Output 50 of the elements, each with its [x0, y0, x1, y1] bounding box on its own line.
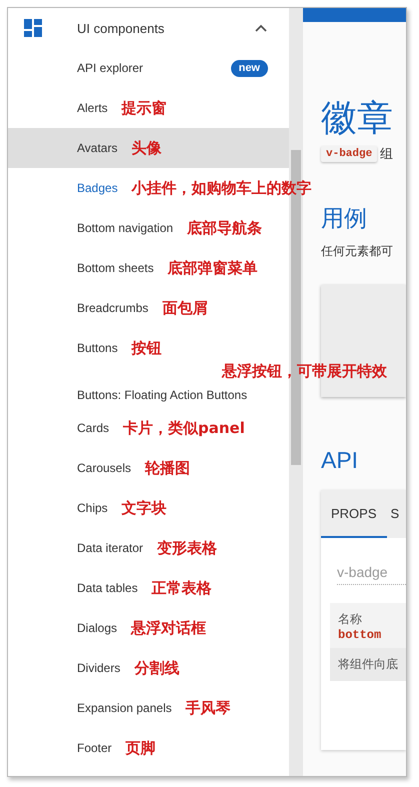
nav-item[interactable]: Badges — [77, 181, 118, 195]
annotation: 变形表格 — [157, 538, 218, 558]
nav-item[interactable]: Dialogs — [77, 621, 118, 635]
intro-text: 组 — [380, 145, 394, 163]
chevron-icon[interactable] — [255, 24, 267, 32]
annotation: 轮播图 — [145, 458, 190, 478]
tab[interactable]: PROPS — [321, 490, 387, 538]
annotation: 正常表格 — [152, 578, 212, 598]
annotation: 手风琴 — [186, 698, 231, 718]
annotation: 提示窗 — [122, 98, 167, 118]
nav-item[interactable]: Cards — [77, 421, 110, 435]
nav-item[interactable]: Carousels — [77, 461, 132, 475]
nav-item[interactable]: Bottom sheets — [77, 261, 154, 275]
annotation: 底部导航条 — [187, 218, 262, 238]
section-heading: 用例 — [321, 204, 368, 233]
nav-item[interactable]: API explorer — [77, 61, 144, 75]
table-cell: 将组件向底 — [330, 648, 406, 681]
nav-item[interactable]: Expansion panels — [77, 701, 172, 715]
page-title: 徽章 — [321, 96, 394, 140]
nav-item[interactable]: Breadcrumbs — [77, 301, 148, 315]
nav-item[interactable]: Buttons — [77, 341, 118, 355]
nav-item[interactable]: Bottom navigation — [77, 221, 174, 235]
dashboard-icon — [24, 19, 42, 37]
annotation: 按钮 — [132, 338, 162, 358]
nav-group-title[interactable]: UI components — [77, 20, 164, 36]
annotation: 头像 — [131, 138, 162, 158]
nav-item[interactable]: Data tables — [77, 581, 138, 595]
annotation: 悬浮按钮，可带展开特效 — [222, 362, 387, 380]
section-heading: API — [321, 446, 360, 475]
nav-item[interactable]: Footer — [77, 741, 112, 755]
annotation: 小挂件，如购物车上的数字 — [132, 178, 312, 198]
nav-item[interactable]: Avatars — [77, 141, 118, 155]
tab[interactable]: S — [386, 490, 404, 538]
new-badge: new — [230, 60, 268, 76]
nav-item[interactable]: Data iterator — [77, 541, 144, 555]
column-label: 名称 — [338, 611, 363, 628]
nav-item[interactable]: Alerts — [77, 101, 108, 115]
annotation: 分割线 — [134, 658, 180, 678]
annotation: 卡片，类似panel — [123, 418, 245, 438]
annotation: 悬浮对话框 — [131, 618, 206, 638]
prop-name: bottom — [338, 628, 382, 642]
annotation: 文字块 — [122, 498, 167, 518]
nav-item[interactable]: Chips — [77, 501, 108, 515]
nav-item[interactable]: Buttons: Floating Action Buttons — [77, 388, 248, 402]
nav-item[interactable]: Dividers — [77, 661, 120, 675]
annotation: 底部弹窗菜单 — [168, 258, 258, 278]
annotation: 页脚 — [126, 738, 156, 758]
annotation: 面包屑 — [162, 298, 208, 318]
usage-text: 任何元素都可 — [321, 243, 394, 260]
code-chip: v-badge — [321, 146, 378, 162]
